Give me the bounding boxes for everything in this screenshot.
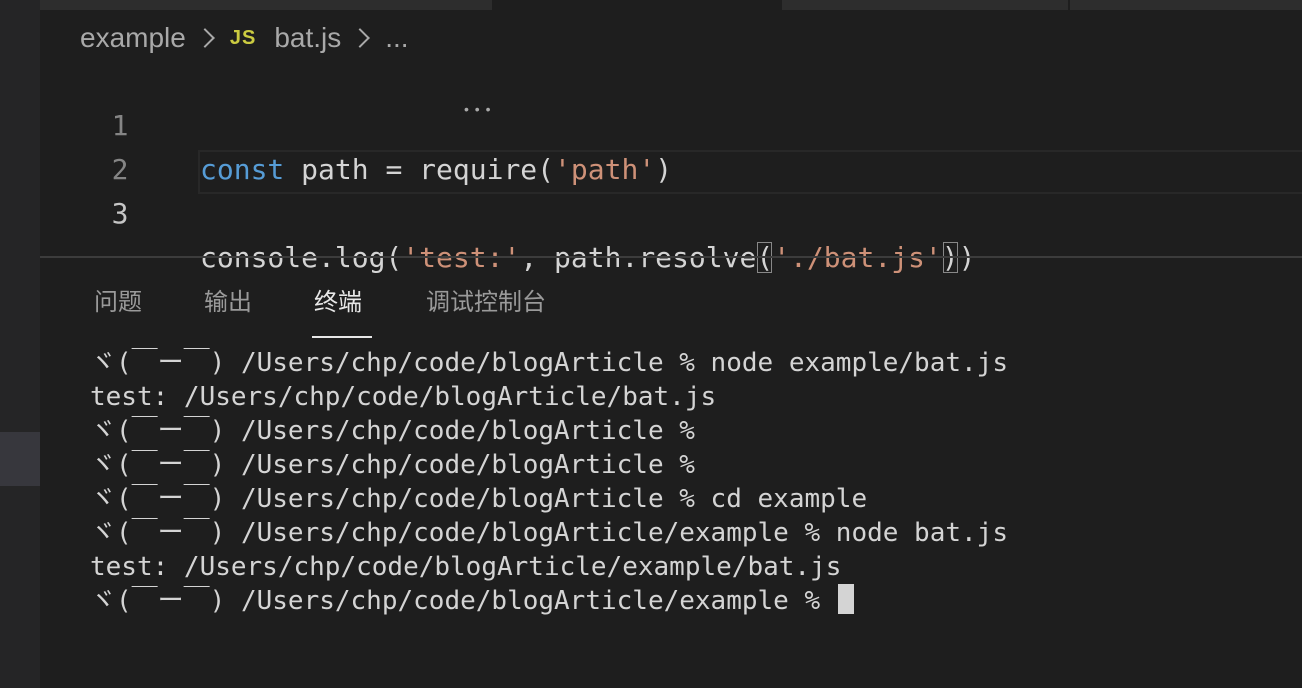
terminal-prompt: ヾ(￣ー￣) /Users/chp/code/blogArticle/examp… xyxy=(90,586,836,616)
tab-terminal[interactable]: 终端 xyxy=(314,282,362,317)
terminal-prompt-line[interactable]: ヾ(￣ー￣) /Users/chp/code/blogArticle/examp… xyxy=(90,584,1290,618)
breadcrumb-file[interactable]: bat.js xyxy=(274,22,341,54)
breadcrumb-folder[interactable]: example xyxy=(80,22,186,54)
terminal-line: ヾ(￣ー￣) /Users/chp/code/blogArticle % cd … xyxy=(90,484,868,514)
editor-tab-strip xyxy=(40,0,1302,10)
activity-bar xyxy=(0,0,40,688)
terminal-cursor xyxy=(837,584,854,614)
terminal-line: test: /Users/chp/code/blogArticle/exampl… xyxy=(90,552,842,582)
tab-problems[interactable]: 问题 xyxy=(94,282,142,317)
vscode-window: example JS bat.js ... 1 const path = req… xyxy=(0,0,1302,688)
panel-divider[interactable] xyxy=(40,256,1302,258)
breadcrumb-more[interactable]: ... xyxy=(385,22,408,54)
tab-debug-console[interactable]: 调试控制台 xyxy=(426,282,546,317)
terminal-line: ヾ(￣ー￣) /Users/chp/code/blogArticle % nod… xyxy=(90,348,1008,378)
chevron-right-icon xyxy=(350,28,371,48)
code-line[interactable]: 3 console.log('test:', path.resolve('./b… xyxy=(40,148,1302,274)
terminal-output[interactable]: ヾ(￣ー￣) /Users/chp/code/blogArticle % nod… xyxy=(90,346,1290,618)
breadcrumb: example JS bat.js ... xyxy=(80,19,409,57)
terminal-line: ヾ(￣ー￣) /Users/chp/code/blogArticle/examp… xyxy=(90,518,1008,548)
editor-tab[interactable] xyxy=(1070,0,1302,10)
code-line[interactable]: 1 const path = require('path') xyxy=(40,60,1302,186)
tab-output[interactable]: 输出 xyxy=(204,282,252,317)
terminal-line: test: /Users/chp/code/blogArticle/bat.js xyxy=(90,382,717,412)
chevron-right-icon xyxy=(194,28,215,48)
javascript-file-icon: JS xyxy=(229,26,257,49)
editor-tab[interactable] xyxy=(40,0,492,10)
terminal-line: ヾ(￣ー￣) /Users/chp/code/blogArticle % xyxy=(90,450,695,480)
code-line[interactable]: 2 xyxy=(40,104,1302,186)
code-editor[interactable]: 1 const path = require('path') • • • 2 3… xyxy=(40,60,1302,274)
terminal-line: ヾ(￣ー￣) /Users/chp/code/blogArticle % xyxy=(90,416,695,446)
line-number: 3 xyxy=(111,197,129,230)
activity-bar-highlight xyxy=(0,432,40,486)
panel-tab-bar: 问题 输出 终端 调试控制台 xyxy=(40,268,1302,340)
active-tab-indicator xyxy=(312,336,372,338)
editor-tab[interactable] xyxy=(782,0,1068,10)
